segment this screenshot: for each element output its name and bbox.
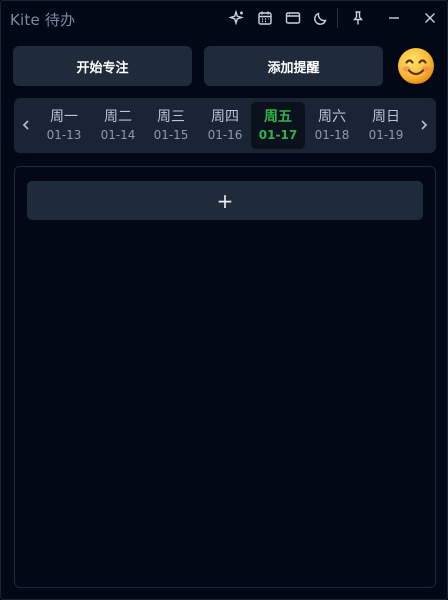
- weekday-label: 周四: [211, 109, 239, 125]
- date-label: 01-18: [314, 128, 350, 142]
- day-wed[interactable]: 周三 01-15: [144, 102, 198, 149]
- date-label: 01-14: [100, 128, 136, 142]
- title-bar: Kite 待办: [1, 1, 447, 35]
- app-window: Kite 待办 开始专注 添加提醒 周一 01-13 周二 01-14 周三 0…: [0, 0, 448, 600]
- minimize-icon[interactable]: [384, 8, 404, 28]
- date-label: 01-16: [207, 128, 243, 142]
- sparkle-icon[interactable]: [227, 8, 247, 28]
- weekday-label: 周三: [157, 109, 185, 125]
- add-reminder-button[interactable]: 添加提醒: [204, 46, 383, 86]
- day-thu[interactable]: 周四 01-16: [198, 102, 252, 149]
- pin-icon[interactable]: [348, 8, 368, 28]
- day-mon[interactable]: 周一 01-13: [37, 102, 91, 149]
- add-task-button[interactable]: +: [27, 181, 423, 220]
- day-sun[interactable]: 周日 01-19: [359, 102, 413, 149]
- prev-week-chevron-icon[interactable]: [16, 115, 36, 135]
- weekday-label: 周日: [372, 109, 400, 125]
- moon-icon[interactable]: [311, 8, 331, 28]
- next-week-chevron-icon[interactable]: [414, 115, 434, 135]
- task-panel: +: [14, 166, 436, 588]
- titlebar-divider: [337, 8, 338, 28]
- app-title: Kite 待办: [10, 11, 76, 29]
- weekday-label: 周五: [264, 109, 292, 125]
- weekday-label: 周一: [50, 109, 78, 125]
- weekday-label: 周六: [318, 109, 346, 125]
- date-label: 01-13: [46, 128, 82, 142]
- calendar-icon[interactable]: [255, 8, 275, 28]
- week-selector: 周一 01-13 周二 01-14 周三 01-15 周四 01-16 周五 0…: [14, 98, 436, 153]
- date-label: 01-19: [368, 128, 404, 142]
- day-fri-selected[interactable]: 周五 01-17: [251, 102, 305, 149]
- day-tue[interactable]: 周二 01-14: [91, 102, 145, 149]
- window-icon[interactable]: [283, 8, 303, 28]
- start-focus-button[interactable]: 开始专注: [13, 46, 192, 86]
- day-sat[interactable]: 周六 01-18: [305, 102, 359, 149]
- date-label: 01-17: [258, 128, 298, 142]
- date-label: 01-15: [153, 128, 189, 142]
- close-icon[interactable]: [420, 8, 440, 28]
- smiling-face-icon[interactable]: [396, 46, 436, 86]
- weekday-label: 周二: [104, 109, 132, 125]
